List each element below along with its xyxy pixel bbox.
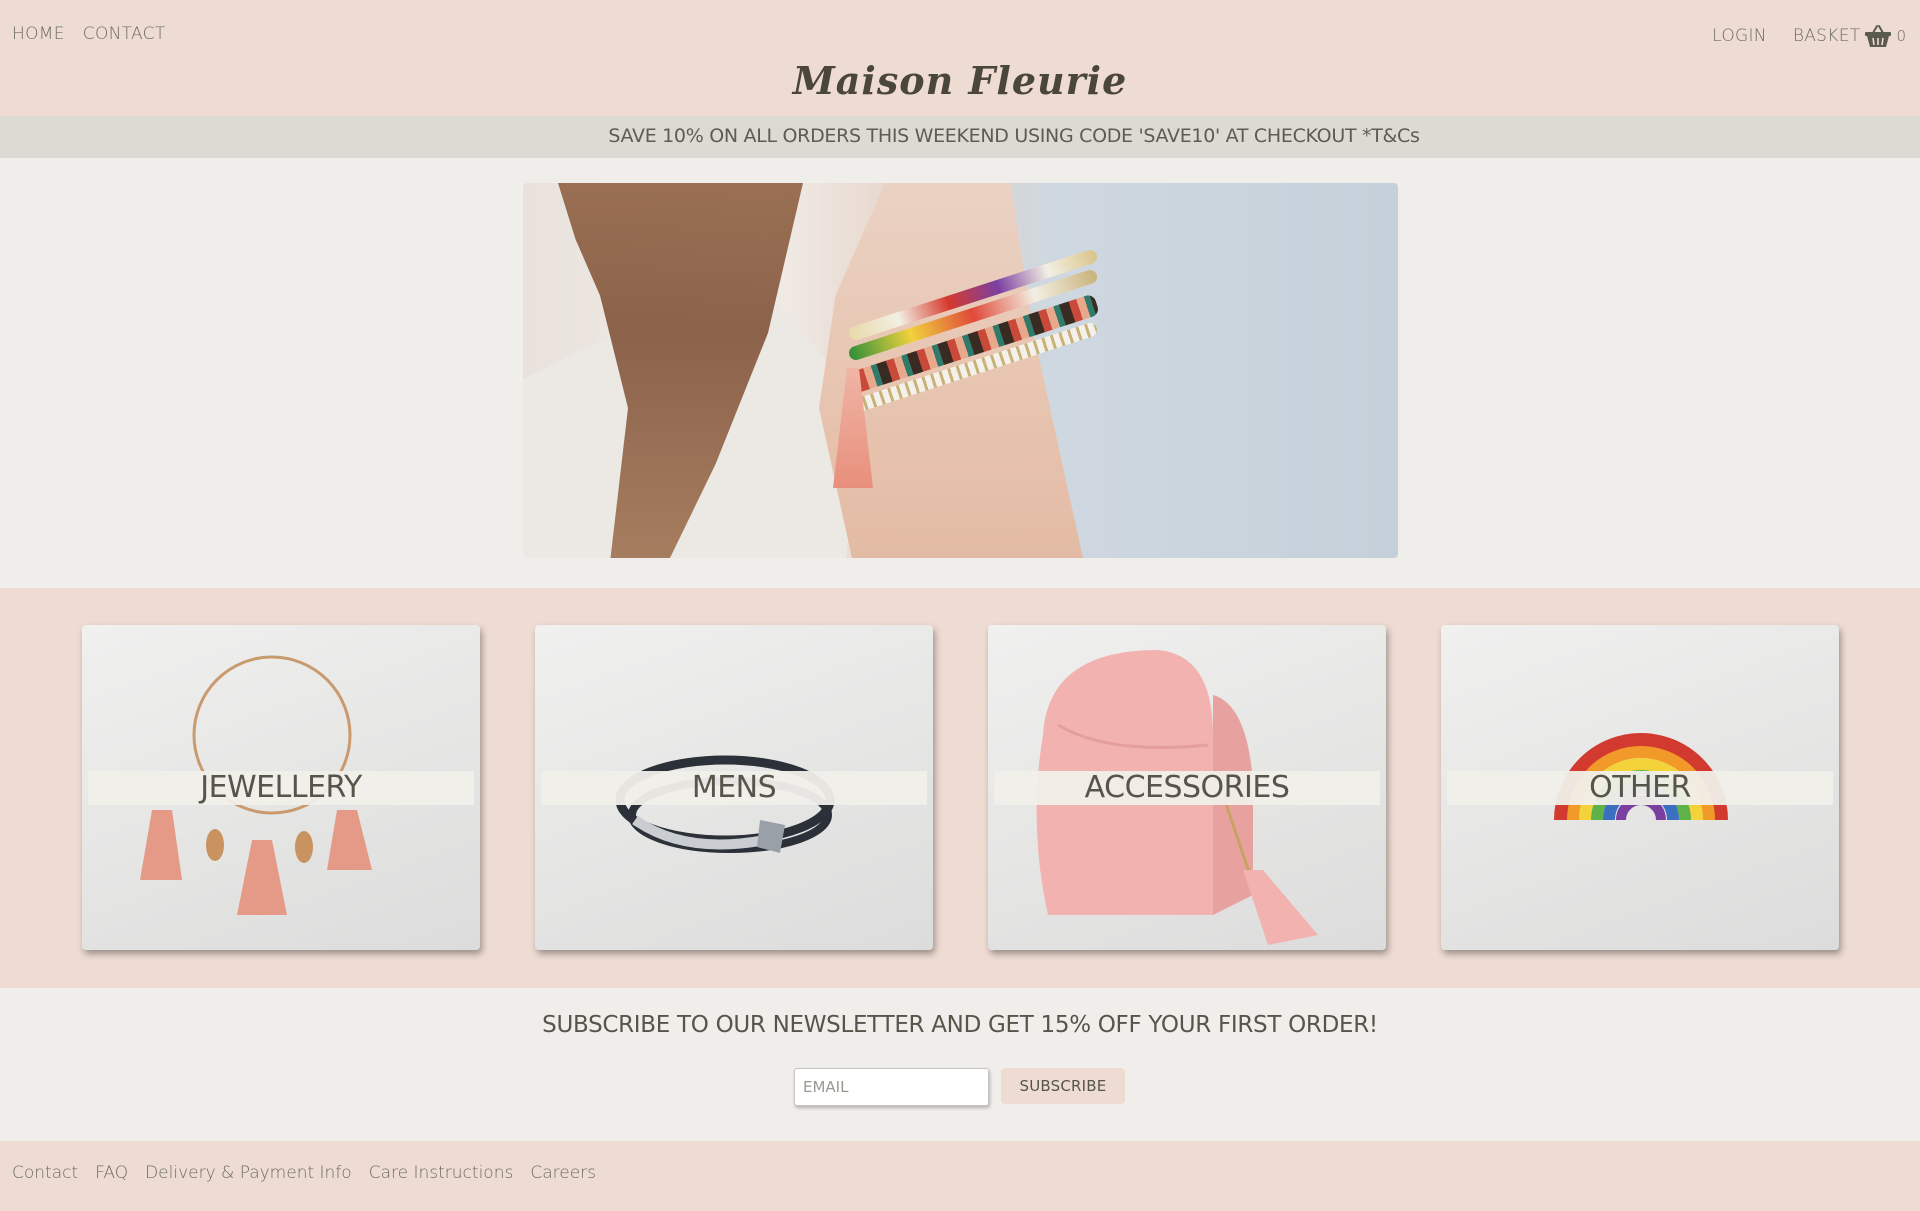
category-card-mens[interactable]: MENS	[535, 625, 933, 950]
account-nav: LOGIN BASKET 0	[1712, 24, 1906, 48]
site-header: HOME CONTACT LOGIN BASKET 0 Maison Fleur…	[0, 0, 1920, 116]
category-label-bar: MENS	[541, 770, 927, 805]
basket-label: BASKET	[1792, 26, 1861, 46]
nav-home-link[interactable]: HOME	[12, 24, 65, 44]
promo-banner: SAVE 10% ON ALL ORDERS THIS WEEKEND USIN…	[0, 116, 1920, 158]
newsletter-heading: SUBSCRIBE TO OUR NEWSLETTER AND GET 15% …	[542, 1012, 1378, 1038]
subscribe-button[interactable]: SUBSCRIBE	[1001, 1068, 1125, 1104]
hero-section	[0, 158, 1920, 588]
site-footer: Contact FAQ Delivery & Payment Info Care…	[0, 1141, 1920, 1211]
nav-contact-link[interactable]: CONTACT	[83, 24, 166, 44]
category-card-other[interactable]: OTHER	[1441, 625, 1839, 950]
newsletter-section: SUBSCRIBE TO OUR NEWSLETTER AND GET 15% …	[0, 988, 1920, 1141]
footer-link-careers[interactable]: Careers	[530, 1163, 596, 1183]
login-link[interactable]: LOGIN	[1712, 26, 1767, 46]
footer-nav: Contact FAQ Delivery & Payment Info Care…	[12, 1163, 596, 1183]
hero-image	[523, 183, 1398, 558]
category-grid: JEWELLERY MENS ACCESSORIES OTHER	[0, 588, 1920, 988]
promo-text: SAVE 10% ON ALL ORDERS THIS WEEKEND USIN…	[608, 125, 1420, 147]
basket-link[interactable]: BASKET 0	[1793, 24, 1906, 48]
footer-link-contact[interactable]: Contact	[12, 1163, 78, 1183]
footer-link-delivery[interactable]: Delivery & Payment Info	[145, 1163, 352, 1183]
brand-logo[interactable]: Maison Fleurie	[0, 58, 1920, 103]
category-label-mens: MENS	[691, 770, 777, 805]
category-card-accessories[interactable]: ACCESSORIES	[988, 625, 1386, 950]
email-field[interactable]	[794, 1068, 989, 1106]
category-label-other: OTHER	[1589, 770, 1691, 805]
footer-link-care[interactable]: Care Instructions	[369, 1163, 514, 1183]
footer-link-faq[interactable]: FAQ	[95, 1163, 128, 1183]
basket-count: 0	[1896, 27, 1906, 45]
category-label-accessories: ACCESSORIES	[1084, 770, 1290, 805]
basket-icon	[1864, 24, 1892, 48]
category-label-bar: OTHER	[1447, 770, 1833, 805]
primary-nav: HOME CONTACT	[12, 24, 166, 44]
category-label-jewellery: JEWELLERY	[200, 770, 362, 805]
category-label-bar: JEWELLERY	[88, 770, 474, 805]
category-card-jewellery[interactable]: JEWELLERY	[82, 625, 480, 950]
category-label-bar: ACCESSORIES	[994, 770, 1380, 805]
